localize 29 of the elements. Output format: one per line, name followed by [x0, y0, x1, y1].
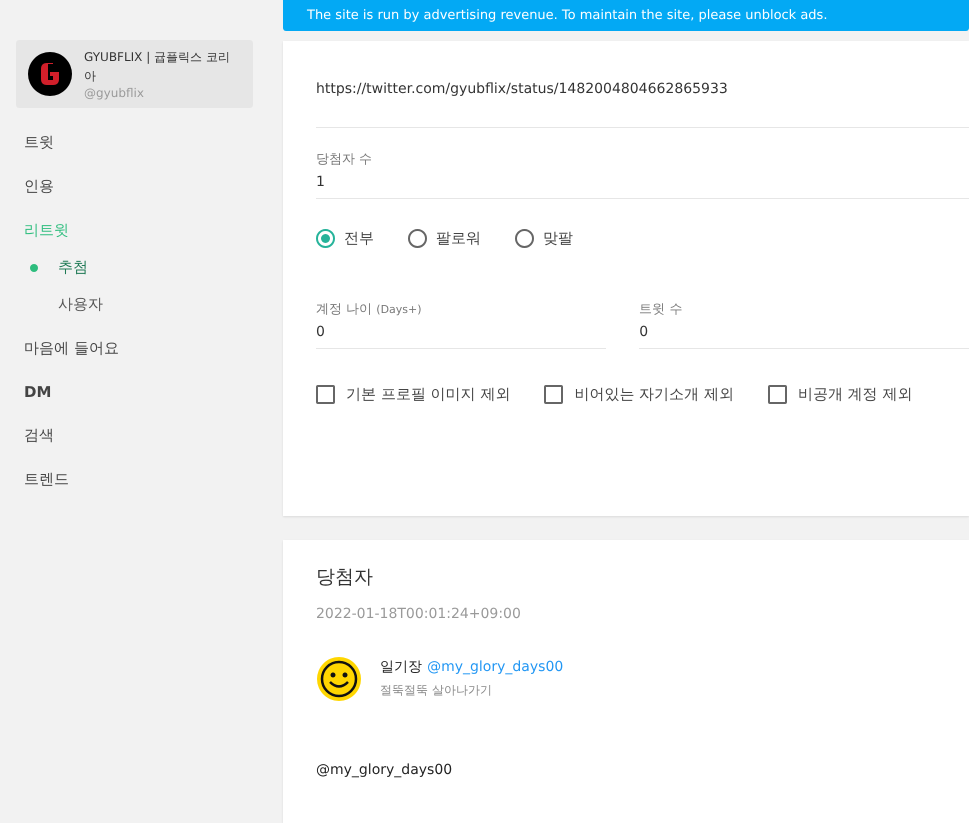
filter-checkbox[interactable]: 비어있는 자기소개 제외	[544, 385, 734, 404]
url-field[interactable]: https://twitter.com/gyubflix/status/1482004804662865933	[316, 65, 969, 128]
nav-item[interactable]: DM	[16, 383, 253, 401]
nav-item[interactable]: 검색	[16, 426, 253, 445]
audience-radio[interactable]: 팔로워	[408, 229, 481, 248]
nav-item[interactable]: 트윗	[16, 133, 253, 152]
nav-subitem[interactable]: 추첨	[16, 258, 253, 277]
draw-timestamp: 2022-01-18T00:01:24+09:00	[316, 606, 522, 622]
audience-radio[interactable]: 전부	[316, 229, 374, 248]
winner-bio: 절뚝절뚝 살아나가기	[380, 682, 493, 699]
filter-checkbox[interactable]: 비공개 계정 제외	[768, 385, 912, 404]
nav-item[interactable]: 트렌드	[16, 470, 253, 489]
profile-handle: @gyubflix	[84, 86, 145, 100]
winner-name: 일기장	[380, 659, 422, 675]
profile-card[interactable]: GYUBFLIX | 귭플릭스 코리아 @gyubflix	[16, 40, 253, 108]
winners-count-field[interactable]: 당첨자 수 1	[316, 150, 969, 199]
account-age-field[interactable]: 계정 나이 (Days+) 0	[316, 300, 606, 349]
smiley-avatar-icon	[316, 656, 362, 702]
tweet-count-field[interactable]: 트윗 수 0	[639, 300, 969, 349]
mention-text: @my_glory_days00	[316, 762, 454, 778]
filter-checkbox[interactable]: 기본 프로필 이미지 제외	[316, 385, 510, 404]
ad-notice-banner: The site is run by advertising revenue. To maintain the site, please unblock ads.	[283, 0, 969, 31]
nav-subitem[interactable]: 사용자	[16, 295, 253, 314]
nav-item[interactable]: 마음에 들어요	[16, 339, 253, 358]
audience-radio[interactable]: 맞팔	[515, 229, 573, 248]
nav-item[interactable]: 인용	[16, 177, 253, 196]
logo-icon	[28, 52, 72, 96]
section-title: 당첨자	[316, 565, 374, 590]
profile-name: GYUBFLIX | 귭플릭스 코리아	[84, 49, 231, 85]
